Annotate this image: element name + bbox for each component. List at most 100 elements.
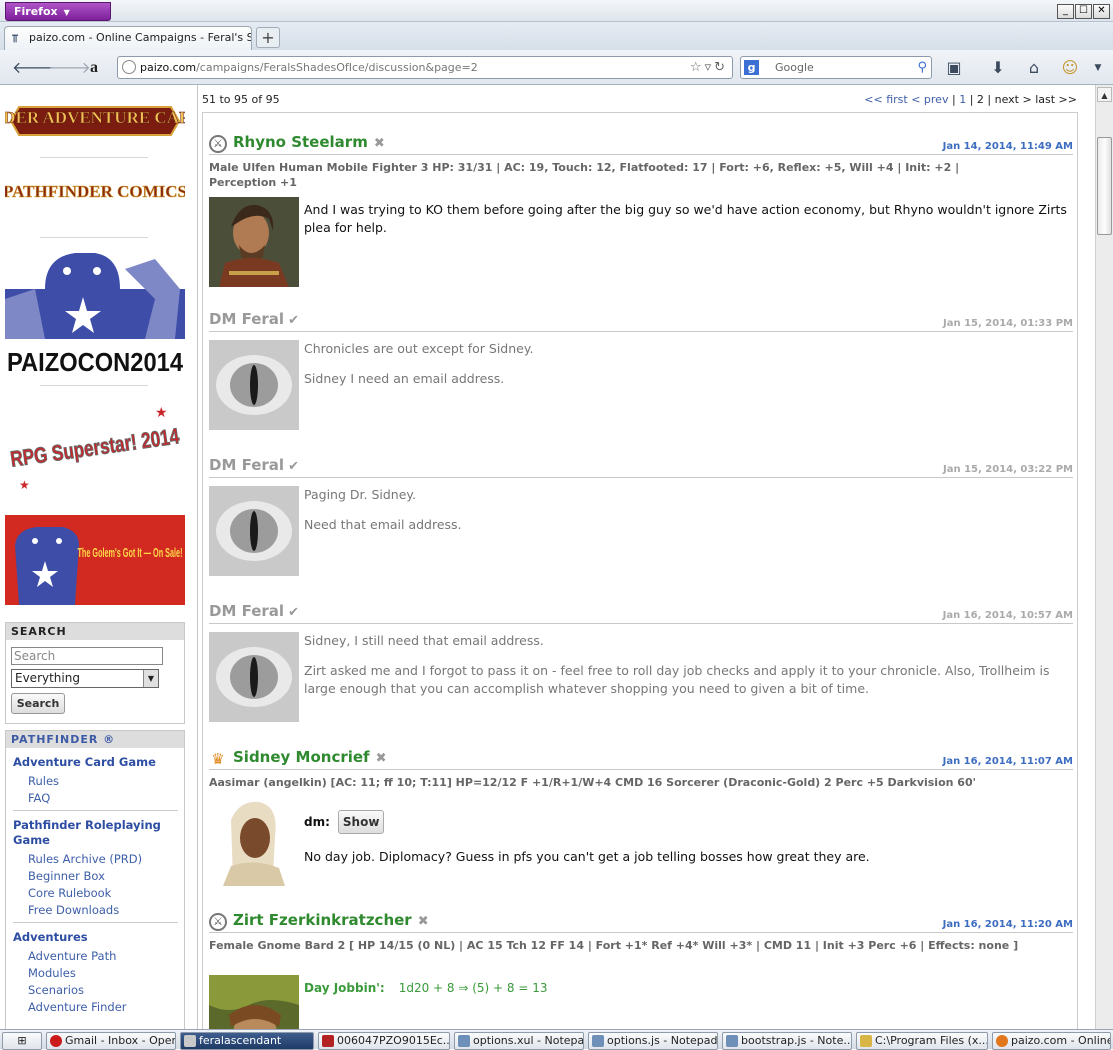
url-bar[interactable]: paizo.com/campaigns/FeralsShadesOfIce/di… [117,56,733,79]
pager-first-link[interactable]: << first [864,93,907,106]
scroll-up-arrow-icon[interactable]: ▲ [1097,87,1112,102]
forward-arrow-icon[interactable]: 🡒 [48,58,91,78]
post-author-link[interactable]: Zirt Fzerkinkratzcher ✖ [233,911,429,929]
url-path: /campaigns/FeralsShadesOfIce/discussion&… [196,61,478,74]
post-author-link[interactable]: DM Feral ✔ [209,456,299,474]
taskbar-item[interactable]: options.js - Notepad [588,1032,718,1050]
close-icon[interactable]: ✖ [376,751,387,766]
avatar-dm-feral[interactable] [209,632,299,722]
taskbar-item[interactable]: paizo.com - Online ... [992,1032,1111,1050]
banner-paizocon[interactable]: PAIZOCON2014 [5,249,185,377]
banner-text: PATHFINDER ADVENTURE CARD GAME [5,108,185,127]
post-author-link[interactable]: Sidney Moncrief ✖ [233,748,386,766]
taskbar-item[interactable]: options.xul - Notepad [454,1032,584,1050]
show-spoiler-button[interactable]: Show [337,810,385,834]
close-icon[interactable]: ✖ [418,914,429,929]
search-engine-label: Google [775,61,814,74]
banner-pathfinder-comics[interactable]: PATHFINDER COMICS [3,171,187,227]
post-body: Chronicles are out except for Sidney. Si… [304,340,1074,400]
nav-link-faq[interactable]: FAQ [28,791,50,805]
divider [40,385,148,386]
new-tab-button[interactable]: + [256,27,280,48]
avatar-sidney[interactable] [209,796,299,886]
scrollbar-thumb[interactable] [1097,137,1112,235]
nav-link-free-downloads[interactable]: Free Downloads [28,903,119,917]
pager-prev-link[interactable]: < prev [911,93,948,106]
taskbar-item[interactable]: bootstrap.js - Note... [722,1032,852,1050]
post-date-link[interactable]: Jan 15, 2014, 03:22 PM [943,464,1073,475]
search-scope-select[interactable]: Everything ▼ [11,669,159,688]
back-arrow-icon[interactable]: 🡐 [12,58,55,78]
firefox-menu-button[interactable]: Firefox ▼ [5,2,111,21]
bard-class-icon: ⚔ [209,913,227,931]
search-bar[interactable]: g Google ⚲ [740,56,932,79]
nav-link-rules-archive[interactable]: Rules Archive (PRD) [28,852,142,866]
avatar-dm-feral[interactable] [209,340,299,430]
maximize-button[interactable]: ☐ [1075,4,1092,19]
toolbar-overflow-icon[interactable]: ▼ [1088,58,1108,78]
post-body: And I was trying to KO them before going… [304,201,1074,249]
post-body: Sidney, I still need that email address.… [304,632,1074,710]
pager-next-link[interactable]: next > [995,93,1032,106]
notepad-icon [458,1035,470,1047]
search-icon[interactable]: ⚲ [917,57,927,78]
downloads-icon[interactable]: ⬇ [988,58,1008,78]
post-date-link[interactable]: Jan 14, 2014, 11:49 AM [943,141,1073,152]
nav-link-adventure-path[interactable]: Adventure Path [28,949,116,963]
close-icon[interactable]: ✖ [374,136,385,151]
taskbar-item[interactable]: feralascendant [180,1032,314,1050]
minimize-button[interactable]: _ [1057,4,1074,19]
post-date-link[interactable]: Jan 16, 2014, 10:57 AM [943,610,1073,621]
post-paragraph: Paging Dr. Sidney. [304,487,416,502]
post-author-link[interactable]: DM Feral ✔ [209,310,299,328]
search-input[interactable]: Search [11,647,163,665]
close-button[interactable]: ✕ [1093,4,1110,19]
banner-text: PATHFINDER COMICS [5,182,185,201]
nav-section-adventures[interactable]: Adventures [13,930,88,945]
post-paragraph: Sidney, I still need that email address. [304,633,544,648]
nav-section-adventure-card-game[interactable]: Adventure Card Game [13,755,156,770]
nav-link-modules[interactable]: Modules [28,966,76,980]
post-author-link[interactable]: DM Feral ✔ [209,602,299,620]
post-date-link[interactable]: Jan 16, 2014, 11:20 AM [943,919,1073,930]
banner-adventure-card-game[interactable]: PATHFINDER ADVENTURE CARD GAME [0,95,261,147]
bookmarks-icon[interactable]: ▣ [944,58,964,78]
sidebar-search-box: SEARCH Search Everything ▼ Search [5,622,185,724]
nav-section-roleplaying-game[interactable]: Pathfinder Roleplaying Game [13,818,178,848]
avatar-zirt[interactable] [209,975,299,1029]
nav-link-scenarios[interactable]: Scenarios [28,983,84,997]
taskbar-item[interactable]: Gmail - Inbox - Opera [46,1032,176,1050]
crown-icon: ♛ [211,750,225,768]
nav-link-beginner-box[interactable]: Beginner Box [28,869,105,883]
post-paragraph: Need that email address. [304,517,462,532]
avatar-rhyno[interactable] [209,197,299,287]
taskbar-item[interactable]: C:\Program Files (x... [856,1032,988,1050]
post-author-link[interactable]: Rhyno Steelarm ✖ [233,133,385,151]
pager-page-1-link[interactable]: 1 [959,93,966,106]
nav-link-adventure-finder[interactable]: Adventure Finder [28,1000,127,1014]
post-paragraph: Sidney I need an email address. [304,371,505,386]
post-date-link[interactable]: Jan 16, 2014, 11:07 AM [943,756,1073,767]
tab-paizo[interactable]: ⫪ paizo.com - Online Campaigns - Feral's… [4,26,252,50]
banner-golem-sale[interactable]: The Golem's Got It — On Sale! [5,515,185,605]
bookmark-star-icon[interactable]: ☆▿↻ [690,57,728,78]
pager-separator: | [951,93,956,106]
amazon-icon[interactable]: a [84,58,104,78]
divider [40,157,148,158]
search-button[interactable]: Search [11,693,65,714]
start-button[interactable]: ⊞ [2,1032,42,1050]
taskbar-item[interactable]: 006047PZO9015Ec... [318,1032,450,1050]
banner-rpg-superstar[interactable]: RPG Superstar! 2014 ★ ★ [5,397,185,501]
nav-link-core-rulebook[interactable]: Core Rulebook [28,886,111,900]
addon-icon[interactable]: ☺ [1060,58,1080,78]
nav-link-rules[interactable]: Rules [28,774,59,788]
vertical-scrollbar[interactable]: ▲ [1095,85,1113,1029]
home-icon[interactable]: ⌂ [1024,58,1044,78]
tab-title: paizo.com - Online Campaigns - Feral's S… [29,31,251,44]
title-bar: Firefox ▼ _ ☐ ✕ [0,0,1113,22]
avatar-dm-feral[interactable] [209,486,299,576]
pager-last-link[interactable]: last >> [1035,93,1077,106]
post-date-link[interactable]: Jan 15, 2014, 01:33 PM [943,318,1073,329]
google-icon: g [744,60,759,75]
banner-text: The Golem's Got It — On Sale! [78,545,183,560]
